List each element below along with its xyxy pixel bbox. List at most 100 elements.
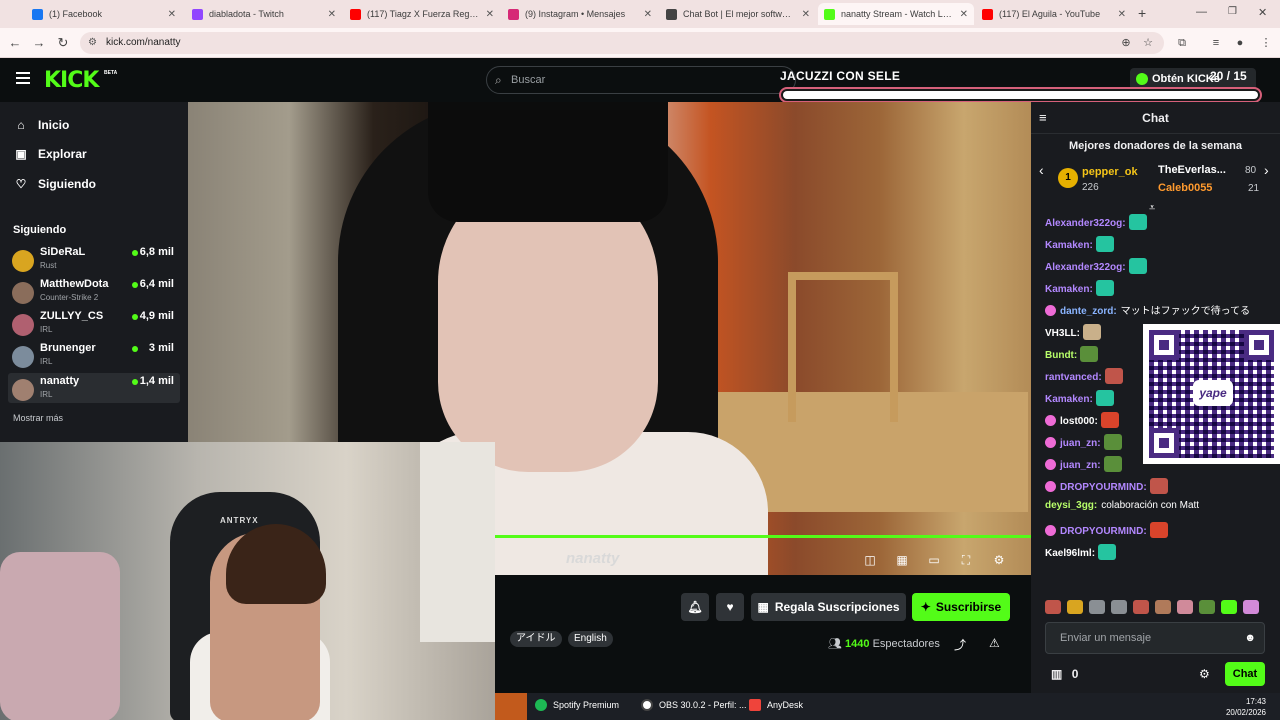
emote-icon[interactable] bbox=[1155, 600, 1171, 614]
notification-bell-button[interactable]: 🔔︎ bbox=[681, 593, 709, 621]
show-more-link[interactable]: Mostrar más bbox=[13, 413, 63, 423]
chat-username[interactable]: rantvanced: bbox=[1045, 372, 1102, 383]
donor-name[interactable]: TheEverlas... bbox=[1158, 164, 1226, 176]
emote-icon[interactable] bbox=[1089, 600, 1105, 614]
stream-tag[interactable]: アイドル bbox=[510, 631, 562, 647]
chevron-left-icon[interactable]: ‹ bbox=[1039, 162, 1044, 178]
profile-icon[interactable]: ● bbox=[1232, 35, 1248, 51]
miniplayer-icon[interactable]: ◫ bbox=[862, 552, 878, 568]
emote-icon[interactable] bbox=[1199, 600, 1215, 614]
emote-icon[interactable] bbox=[1133, 600, 1149, 614]
sidebar-nav-inicio[interactable]: ⌂ Inicio bbox=[14, 115, 69, 135]
share-icon[interactable]: ⤴ bbox=[954, 636, 966, 653]
reload-icon[interactable]: ↻ bbox=[54, 34, 72, 52]
send-chat-button[interactable]: Chat bbox=[1225, 662, 1265, 686]
sidebar-channel[interactable]: ZULLYY_CS IRL 4,9 mil bbox=[8, 308, 180, 338]
close-icon[interactable]: ✕ bbox=[960, 9, 968, 20]
minimize-icon[interactable]: — bbox=[1196, 6, 1207, 18]
theater-mode-icon[interactable]: ▭ bbox=[926, 552, 942, 568]
chat-username[interactable]: Kamaken: bbox=[1045, 240, 1093, 251]
subscribe-button[interactable]: ✦ Suscribirse bbox=[912, 593, 1010, 621]
chat-username[interactable]: dante_zord: bbox=[1060, 306, 1117, 317]
sidebar-nav-siguiendo[interactable]: ♡ Siguiendo bbox=[14, 174, 96, 194]
chat-username[interactable]: DROPYOURMIND: bbox=[1060, 482, 1147, 493]
stream-tag[interactable]: English bbox=[568, 631, 613, 647]
new-tab-icon[interactable]: + bbox=[1138, 5, 1146, 21]
menu-kebab-icon[interactable]: ⋮ bbox=[1258, 35, 1274, 51]
browser-tab[interactable]: diabladota - Twitch ✕ bbox=[186, 3, 342, 25]
chat-emote-icon bbox=[1095, 280, 1114, 296]
chat-username[interactable]: Kamaken: bbox=[1045, 284, 1093, 295]
avatar bbox=[12, 346, 34, 368]
sidebar-channel-active[interactable]: nanatty IRL 1,4 mil bbox=[8, 373, 180, 403]
close-icon[interactable]: ✕ bbox=[328, 9, 336, 20]
browser-tab[interactable]: (117) Tiagz X Fuerza Regida X ...✕ bbox=[344, 3, 500, 25]
emote-icon[interactable] bbox=[1067, 600, 1083, 614]
top-donor-name[interactable]: pepper_ok bbox=[1082, 166, 1138, 178]
back-icon[interactable]: ← bbox=[6, 34, 24, 52]
fullscreen-icon[interactable]: ⛶ bbox=[958, 552, 974, 568]
browser-tab[interactable]: (9) Instagram • Mensajes ✕ bbox=[502, 3, 658, 25]
emote-icon[interactable] bbox=[1221, 600, 1237, 614]
extensions-icon[interactable]: ⧉ bbox=[1174, 35, 1190, 51]
chat-username[interactable]: VH3LL: bbox=[1045, 328, 1080, 339]
taskbar-app-block[interactable] bbox=[495, 693, 527, 720]
report-warning-icon[interactable]: ⚠ bbox=[989, 636, 1000, 650]
chat-username[interactable]: Alexander322og: bbox=[1045, 262, 1126, 273]
url-field[interactable]: ⚙ kick.com/nanatty bbox=[80, 32, 1164, 54]
taskbar-app-anydesk[interactable]: AnyDesk bbox=[749, 699, 803, 711]
close-icon[interactable]: ✕ bbox=[802, 9, 810, 20]
sidebar-nav-explorar[interactable]: ▣ Explorar bbox=[14, 144, 86, 164]
chat-username[interactable]: Alexander322og: bbox=[1045, 218, 1126, 229]
channel-points[interactable]: ▥ 0 bbox=[1051, 667, 1078, 681]
browser-tab[interactable]: Chat Bot | El mejor software pa...✕ bbox=[660, 3, 816, 25]
browser-tab[interactable]: (117) El Aguila - YouTube ✕ bbox=[976, 3, 1132, 25]
chat-username[interactable]: deysi_3gg: bbox=[1045, 500, 1097, 511]
close-icon[interactable]: ✕ bbox=[486, 9, 494, 20]
chat-username[interactable]: Kael96lml: bbox=[1045, 548, 1095, 559]
browser-tab-active[interactable]: nanatty Stream - Watch Live... ✕ bbox=[818, 3, 974, 25]
sidebar-channel[interactable]: SiDeRaL Rust 6,8 mil bbox=[8, 244, 180, 274]
restore-icon[interactable]: ❐ bbox=[1228, 6, 1237, 17]
close-window-icon[interactable]: ✕ bbox=[1258, 6, 1267, 19]
chat-username[interactable]: DROPYOURMIND: bbox=[1060, 526, 1147, 537]
forward-icon[interactable]: → bbox=[30, 34, 48, 52]
chat-username[interactable]: lost000: bbox=[1060, 416, 1098, 427]
zoom-icon[interactable]: ⊕ bbox=[1118, 35, 1134, 51]
search-input[interactable]: ⌕ Buscar bbox=[486, 66, 796, 94]
chevron-right-icon[interactable]: › bbox=[1264, 162, 1269, 178]
bookmark-star-icon[interactable]: ☆ bbox=[1140, 35, 1156, 51]
taskbar-app-spotify[interactable]: Spotify Premium bbox=[535, 699, 619, 711]
emote-icon[interactable] bbox=[1111, 600, 1127, 614]
emoji-picker-icon[interactable]: ☻ bbox=[1244, 632, 1256, 644]
browser-tab[interactable]: (1) Facebook ✕ bbox=[26, 3, 182, 25]
gift-subs-button[interactable]: ▦ Regala Suscripciones bbox=[751, 593, 906, 621]
chat-message-input[interactable]: Enviar un mensaje ☻ bbox=[1045, 622, 1265, 654]
video-progress-bar[interactable] bbox=[495, 535, 1031, 538]
clip-icon[interactable]: ▦ bbox=[894, 552, 910, 568]
close-icon[interactable]: ✕ bbox=[168, 9, 176, 20]
sidebar-channel[interactable]: MatthewDota Counter-Strike 2 6,4 mil bbox=[8, 276, 180, 306]
system-clock[interactable]: 17:43 20/02/2026 bbox=[1226, 696, 1266, 718]
emote-icon[interactable] bbox=[1045, 600, 1061, 614]
emote-icon[interactable] bbox=[1243, 600, 1259, 614]
settings-gear-icon[interactable]: ⚙ bbox=[991, 552, 1007, 568]
chat-username[interactable]: juan_zn: bbox=[1060, 460, 1101, 471]
hamburger-menu-icon[interactable] bbox=[16, 72, 30, 84]
close-icon[interactable]: ✕ bbox=[644, 9, 652, 20]
site-info-icon[interactable]: ⚙ bbox=[88, 32, 97, 54]
taskbar-app-obs[interactable]: OBS 30.0.2 - Perfil: ... bbox=[641, 699, 747, 711]
close-icon[interactable]: ✕ bbox=[1118, 9, 1126, 20]
chat-settings-icon[interactable]: ⚙ bbox=[1199, 667, 1210, 681]
chat-username[interactable]: Bundt: bbox=[1045, 350, 1077, 361]
follow-heart-button[interactable]: ♥ bbox=[716, 593, 744, 621]
emote-icon[interactable] bbox=[1177, 600, 1193, 614]
media-icon[interactable]: ≡ bbox=[1208, 35, 1224, 51]
donor-name[interactable]: Caleb0055 bbox=[1158, 182, 1212, 194]
sidebar-channel[interactable]: Brunenger IRL 3 mil bbox=[8, 340, 180, 370]
chat-username[interactable]: juan_zn: bbox=[1060, 438, 1101, 449]
user-badge-icon bbox=[1045, 437, 1056, 448]
kick-logo[interactable]: KICK bbox=[44, 68, 99, 93]
heart-icon: ♥ bbox=[726, 600, 734, 614]
chat-username[interactable]: Kamaken: bbox=[1045, 394, 1093, 405]
